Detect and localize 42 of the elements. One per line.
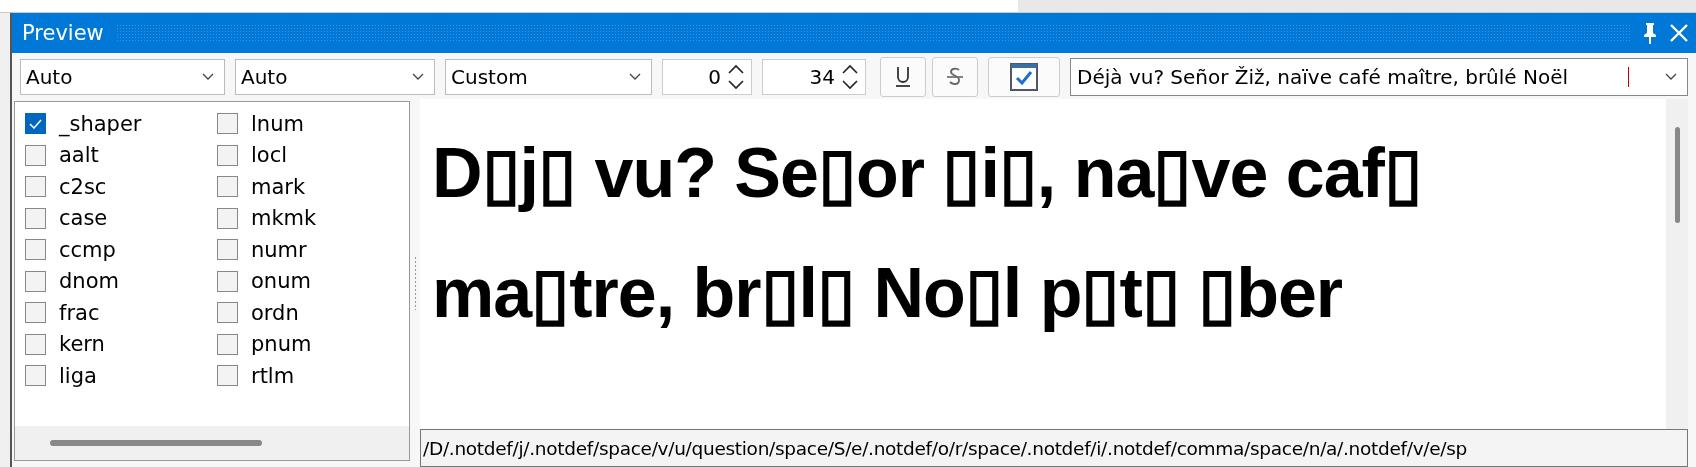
feature-checkbox[interactable]: mark: [217, 171, 409, 203]
feature-checkbox[interactable]: c2sc: [25, 171, 217, 203]
underline-button[interactable]: [880, 57, 926, 97]
feature-checkbox[interactable]: liga: [25, 360, 217, 392]
feature-checkbox[interactable]: lnum: [217, 108, 409, 140]
feature-checkbox[interactable]: numr: [217, 234, 409, 266]
feature-checkbox[interactable]: aalt: [25, 139, 217, 171]
feature-checkbox[interactable]: locl: [217, 139, 409, 171]
glyph-names-bar: /D/.notdef/j/.notdef/space/v/u/question/space/S/e/.notdef/o/r/space/.notdef/i/.notdef/comma/space/n/a/.notdef/v/e/sp: [420, 429, 1688, 467]
chevron-down-icon: [629, 73, 641, 81]
sample-text-field[interactable]: Déjà vu? Señor Žiž, naïve café maître, brûlé Noël: [1070, 58, 1688, 96]
vertical-scrollbar[interactable]: [1666, 99, 1688, 429]
checkmark-icon: [29, 118, 42, 129]
dropdown[interactable]: Auto: [235, 59, 435, 95]
pin-icon[interactable]: [1642, 22, 1658, 44]
chevron-down-icon: [412, 73, 424, 81]
feature-checkbox[interactable]: mkmk: [217, 202, 409, 234]
close-icon[interactable]: [1670, 24, 1688, 42]
chevron-down-icon: [202, 73, 214, 81]
feature-checkbox[interactable]: _shaper: [25, 108, 217, 140]
feature-checkbox[interactable]: rtlm: [217, 360, 409, 392]
number-spinner[interactable]: 0: [662, 59, 752, 95]
feature-checkbox[interactable]: onum: [217, 265, 409, 297]
window-title: Preview: [22, 21, 104, 45]
feature-checkbox[interactable]: kern: [25, 328, 217, 360]
number-spinner[interactable]: 34: [762, 59, 866, 95]
feature-checkbox[interactable]: ccmp: [25, 234, 217, 266]
checkbox-toggle-button[interactable]: [988, 57, 1060, 97]
chevron-down-icon[interactable]: [1665, 73, 1677, 81]
feature-checkbox[interactable]: pnum: [217, 328, 409, 360]
feature-checkbox[interactable]: dnom: [25, 265, 217, 297]
feature-checkbox[interactable]: ordn: [217, 297, 409, 329]
feature-checkbox[interactable]: case: [25, 202, 217, 234]
strikethrough-icon: [945, 66, 965, 88]
dropdown[interactable]: Custom: [445, 59, 652, 95]
underline-icon: [894, 65, 912, 89]
horizontal-scrollbar[interactable]: [15, 426, 409, 460]
checked-box-icon: [1010, 63, 1038, 91]
feature-checkbox[interactable]: frac: [25, 297, 217, 329]
preview-text: D▯j▯ vu? Se▯or ▯i▯, na▯ve caf▯ ma▯tre, br▯l▯ No▯l p▯t▯ ▯ber: [431, 133, 1423, 334]
dropdown[interactable]: Auto: [20, 59, 225, 95]
strikethrough-button[interactable]: [932, 57, 978, 97]
